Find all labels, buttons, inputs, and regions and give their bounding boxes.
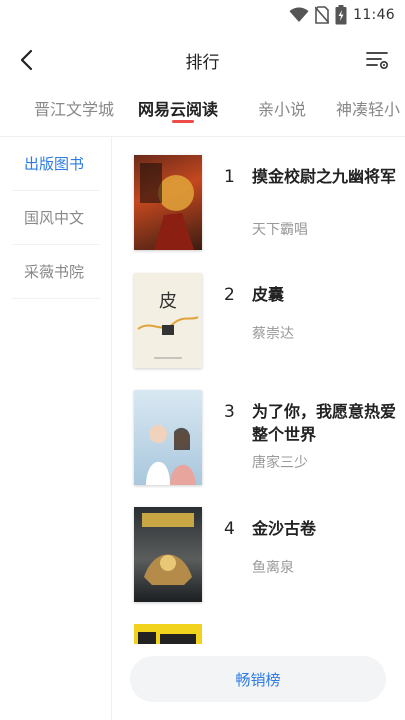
sort-settings-icon [366, 52, 389, 70]
book-author: 蔡崇达 [252, 326, 294, 342]
book-title: 金沙古卷 [252, 519, 317, 538]
list-item[interactable]: 皮 2 皮囊 蔡崇达 [134, 273, 394, 371]
category-sidebar: 出版图书 国风中文 采薇书院 [0, 137, 112, 720]
book-cover [134, 390, 202, 485]
bestseller-list-button[interactable]: 畅销榜 [130, 656, 386, 702]
active-tab-indicator [172, 120, 194, 123]
book-cover [134, 155, 202, 250]
status-time: 11:46 [353, 7, 395, 23]
book-cover: 皮 [134, 273, 202, 368]
battery-charging-icon [335, 5, 347, 25]
sidebar-item-guofeng-chinese[interactable]: 国风中文 [12, 191, 100, 245]
book-cover-art [142, 513, 194, 585]
book-cover [134, 507, 202, 602]
tab-jinjiang[interactable]: 晋江文学城 [34, 96, 114, 120]
rank-number: 3 [224, 402, 235, 422]
book-cover-art [140, 163, 194, 250]
book-title: 皮囊 [252, 285, 285, 304]
filter-button[interactable] [365, 47, 391, 73]
wifi-icon [289, 7, 309, 22]
no-sim-icon [315, 6, 330, 24]
book-cover-art: 皮 [137, 291, 199, 359]
ranking-list: 1 摸金校尉之九幽将军 天下霸唱 皮 2 皮囊 蔡崇达 3 为了你，我愿意热爱整… [112, 137, 405, 720]
book-author: 唐家三少 [252, 455, 308, 471]
book-author: 天下霸唱 [252, 222, 308, 238]
tab-netease-reading[interactable]: 网易云阅读 [138, 96, 218, 120]
source-tabs: 晋江文学城 网易云阅读 亲小说 神凑轻小 [0, 88, 405, 128]
list-item[interactable] [134, 624, 394, 644]
status-bar: 11:46 [0, 0, 405, 30]
rank-number: 1 [224, 167, 235, 187]
book-title: 为了你，我愿意热爱整个世界 [252, 402, 397, 444]
top-app-bar: 排行 [0, 38, 405, 82]
book-title: 摸金校尉之九幽将军 [252, 167, 397, 186]
book-cover [134, 624, 202, 644]
status-icons: 11:46 [289, 5, 395, 25]
book-author: 鱼离泉 [252, 560, 294, 576]
page-title: 排行 [185, 53, 220, 73]
tab-shencou-light-novel[interactable]: 神凑轻小 [336, 96, 400, 120]
sidebar-item-caiwei-academy[interactable]: 采薇书院 [12, 245, 100, 299]
tab-qin-novel[interactable]: 亲小说 [258, 96, 306, 120]
svg-text:皮: 皮 [159, 291, 177, 312]
list-item[interactable]: 3 为了你，我愿意热爱整个世界 唐家三少 [134, 390, 397, 488]
list-item[interactable]: 1 摸金校尉之九幽将军 天下霸唱 [134, 155, 397, 253]
rank-number: 2 [224, 285, 235, 305]
book-cover-art [146, 425, 196, 485]
sidebar-item-published-books[interactable]: 出版图书 [12, 137, 100, 191]
book-cover-art [138, 632, 196, 644]
rank-number: 4 [224, 519, 235, 539]
list-item[interactable]: 4 金沙古卷 鱼离泉 [134, 507, 394, 605]
